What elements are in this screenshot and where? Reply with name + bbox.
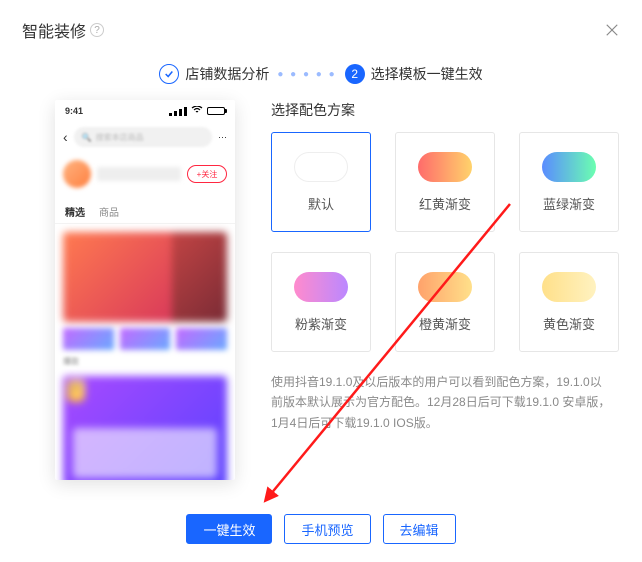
close-icon[interactable]: [604, 22, 620, 38]
scheme-card-0[interactable]: 默认: [271, 132, 371, 232]
title-text: 智能装修: [22, 18, 86, 42]
battery-icon: [207, 107, 225, 115]
phone-header-icons: ⋯: [218, 132, 227, 143]
scheme-label: 黄色渐变: [543, 314, 595, 333]
scheme-card-2[interactable]: 蓝绿渐变: [519, 132, 619, 232]
scheme-swatch: [542, 152, 596, 182]
scheme-swatch: [294, 272, 348, 302]
back-icon: ‹: [63, 129, 68, 145]
search-icon: 🔍: [82, 133, 92, 142]
scheme-swatch: [418, 272, 472, 302]
search-placeholder: 搜索本店商品: [96, 132, 144, 143]
scheme-swatch: [294, 152, 348, 182]
signal-icon: [169, 107, 187, 116]
scheme-swatch: [418, 152, 472, 182]
phone-banner: [63, 232, 227, 322]
preview-button[interactable]: 手机预览: [284, 514, 370, 544]
shop-avatar: [63, 160, 91, 188]
scheme-label: 粉紫渐变: [295, 314, 347, 333]
scheme-swatch: [542, 272, 596, 302]
scheme-card-4[interactable]: 橙黄渐变: [395, 252, 495, 352]
phone-section-label: 爆款: [63, 356, 227, 370]
scheme-title: 选择配色方案: [271, 100, 620, 120]
phone-shop-header: +关注: [63, 154, 227, 194]
follow-button: +关注: [187, 165, 227, 183]
step-2: 2 选择模板一键生效: [345, 64, 483, 84]
phone-time: 9:41: [65, 106, 83, 116]
phone-search-bar: 🔍 搜索本店商品: [74, 127, 212, 147]
help-icon[interactable]: ?: [90, 23, 104, 37]
stepper: 店铺数据分析 ● ● ● ● ● 2 选择模板一键生效: [0, 56, 642, 100]
phone-preview: 9:41 ‹ 🔍 搜索本店商品 ⋯ +关注 精选 商品 爆款: [55, 100, 235, 480]
check-icon: [159, 64, 179, 84]
scheme-label: 默认: [308, 194, 334, 213]
scheme-label: 红黄渐变: [419, 194, 471, 213]
phone-product-card: TOP 1: [63, 376, 227, 480]
modal-title: 智能装修 ?: [22, 18, 104, 42]
phone-tab-1: 精选: [65, 204, 85, 219]
step-2-number: 2: [345, 64, 365, 84]
scheme-label: 蓝绿渐变: [543, 194, 595, 213]
scheme-card-1[interactable]: 红黄渐变: [395, 132, 495, 232]
top-badge: TOP 1: [67, 380, 85, 402]
apply-button[interactable]: 一键生效: [186, 514, 272, 544]
phone-tabs: 精选 商品: [55, 200, 235, 224]
scheme-card-5[interactable]: 黄色渐变: [519, 252, 619, 352]
step-1-label: 店铺数据分析: [185, 64, 269, 84]
wifi-icon: [191, 106, 203, 116]
version-notice: 使用抖音19.1.0及以后版本的用户可以看到配色方案，19.1.0以前版本默认展…: [271, 372, 611, 433]
scheme-label: 橙黄渐变: [419, 314, 471, 333]
footer: 一键生效 手机预览 去编辑: [0, 514, 642, 544]
step-2-label: 选择模板一键生效: [371, 64, 483, 84]
shop-name: [97, 167, 181, 181]
phone-tiles: [63, 328, 227, 350]
phone-status-bar: 9:41: [55, 100, 235, 122]
scheme-grid: 默认 红黄渐变 蓝绿渐变粉紫渐变 橙黄渐变 黄色渐变: [271, 132, 620, 352]
phone-tab-2: 商品: [99, 204, 119, 219]
phone-search-row: ‹ 🔍 搜索本店商品 ⋯: [63, 124, 227, 150]
step-1: 店铺数据分析: [159, 64, 269, 84]
scheme-card-3[interactable]: 粉紫渐变: [271, 252, 371, 352]
step-divider: ● ● ● ● ●: [277, 69, 336, 80]
edit-button[interactable]: 去编辑: [383, 514, 456, 544]
